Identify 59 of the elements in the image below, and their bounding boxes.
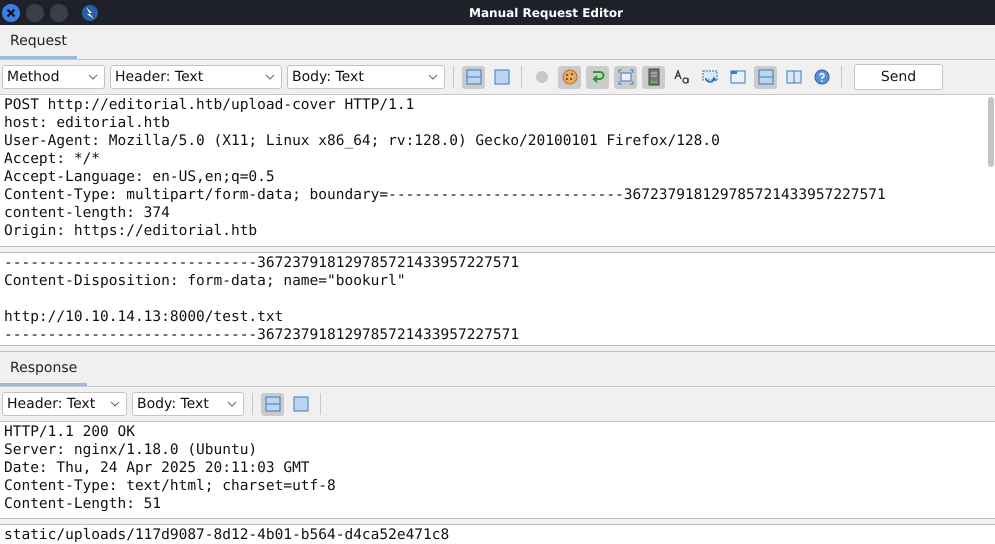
code-line: HTTP/1.1 200 OK — [4, 423, 136, 441]
panel-icon — [494, 69, 510, 85]
code-line: Content-Type: text/html; charset=utf-8 — [4, 477, 337, 495]
close-icon[interactable] — [1, 2, 21, 22]
toolbar-toggle[interactable] — [614, 66, 637, 88]
caret-icon — [428, 74, 438, 80]
code-line: http://10.10.14.13:8000/test.txt — [4, 308, 284, 326]
caret-icon — [88, 74, 98, 80]
code-line: User-Agent: Mozilla/5.0 (X11; Linux x86_64; rv:128.0) Gecko/20100101 Firefox/128.0 — [4, 132, 721, 150]
splitter-handle[interactable] — [0, 246, 995, 253]
splitter-handle[interactable] — [0, 518, 995, 525]
dropdown[interactable]: Header: Text — [2, 392, 127, 416]
code-line: Content-Length: 51 — [4, 495, 162, 513]
code-line: Content-Disposition: form-data; name="bookurl" — [4, 272, 407, 290]
code-line: Date: Thu, 24 Apr 2025 20:11:03 GMT — [4, 459, 311, 477]
toolbar-toggle[interactable] — [558, 66, 581, 88]
caret-icon — [265, 74, 275, 80]
split-rows-icon — [758, 69, 774, 85]
toolbar-toggle[interactable] — [462, 66, 485, 88]
font-icon — [674, 69, 690, 85]
caret-icon — [110, 401, 120, 407]
panel-icon — [292, 396, 308, 412]
window-icon — [730, 69, 746, 85]
code-line: -----------------------------367237918129785721433957227571 — [4, 254, 520, 272]
circle-icon — [534, 70, 548, 84]
dropdown[interactable]: Method — [2, 65, 105, 89]
tab[interactable]: Response — [0, 360, 88, 386]
split-rows-icon — [264, 396, 280, 412]
help-icon — [814, 69, 830, 85]
repeat-icon — [702, 69, 718, 85]
split-rows-icon — [466, 69, 482, 85]
toolbar-toggle[interactable] — [754, 66, 777, 88]
toolbar-toggle[interactable] — [586, 66, 609, 88]
dropdown[interactable]: Body: Text — [132, 392, 244, 416]
cookie-icon — [562, 69, 578, 85]
split-columns-icon — [786, 69, 802, 85]
tab[interactable]: Request — [0, 33, 77, 59]
code-line: -----------------------------367237918129785721433957227571 — [4, 326, 520, 344]
dropdown[interactable]: Header: Text — [110, 65, 282, 89]
code-line: Accept-Language: en-US,en;q=0.5 — [4, 168, 276, 186]
toolbar-toggle[interactable] — [261, 392, 284, 416]
code-line: Accept: */* — [4, 150, 102, 168]
code-line: POST http://editorial.htb/upload-cover HTTP/1.1 — [4, 96, 416, 114]
code-line: Origin: https://editorial.htb — [4, 222, 258, 240]
scrollbar[interactable] — [988, 97, 994, 167]
frame-icon — [618, 69, 634, 85]
code-line: Content-Type: multipart/form-data; boundary=---------------------------367237918129785721433957227571 — [4, 186, 887, 204]
code-line: static/uploads/117d9087-8d12-4b01-b564-d4ca52e471c8 — [4, 526, 450, 544]
toolbar-toggle[interactable] — [642, 66, 665, 88]
splitter-handle[interactable] — [0, 345, 995, 352]
code-line: host: editorial.htb — [4, 114, 171, 132]
dropdown[interactable]: Body: Text — [287, 65, 445, 89]
send-button[interactable]: Send — [854, 64, 943, 90]
caret-icon — [227, 401, 237, 407]
code-line: content-length: 374 — [4, 204, 171, 222]
window-title: Manual Request Editor — [469, 6, 624, 20]
server-icon — [648, 68, 660, 86]
app-logo-icon — [81, 4, 99, 22]
code-line: Server: nginx/1.18.0 (Ubuntu) — [4, 441, 258, 459]
